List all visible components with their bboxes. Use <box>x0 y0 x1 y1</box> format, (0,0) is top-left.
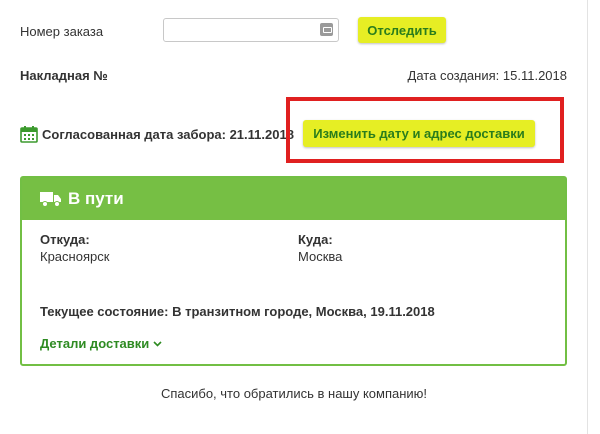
current-status: Текущее состояние: В транзитном городе, … <box>40 304 435 319</box>
created-date-label: Дата создания: <box>407 68 500 83</box>
pickup-date-row: Согласованная дата забора: 21.11.2018 <box>20 125 294 143</box>
to-value: Москва <box>298 249 343 264</box>
created-date: Дата создания: 15.11.2018 <box>408 68 567 83</box>
to-label: Куда: <box>298 232 333 247</box>
status-header: В пути <box>22 178 565 220</box>
password-manager-icon[interactable] <box>320 23 333 36</box>
current-status-value: В транзитном городе, Москва, 19.11.2018 <box>172 304 435 319</box>
calendar-icon <box>20 126 38 143</box>
current-status-label: Текущее состояние: <box>40 304 169 319</box>
status-title: В пути <box>68 189 124 208</box>
waybill-label: Накладная № <box>20 68 108 83</box>
order-number-label: Номер заказа <box>20 24 104 39</box>
change-date-address-button[interactable]: Изменить дату и адрес доставки <box>303 120 535 147</box>
shipment-status-card: В пути Откуда: Красноярск Куда: Москва Т… <box>20 176 567 366</box>
pickup-date-value: 21.11.2018 <box>229 126 294 142</box>
track-button[interactable]: Отследить <box>358 17 446 43</box>
thanks-message: Спасибо, что обратились в нашу компанию! <box>160 386 428 401</box>
from-value: Красноярск <box>40 249 110 264</box>
order-number-input[interactable] <box>163 18 339 42</box>
created-date-value: 15.11.2018 <box>502 68 567 83</box>
pickup-date-label: Согласованная дата забора: <box>42 126 226 142</box>
delivery-details-link[interactable]: Детали доставки <box>40 336 162 351</box>
truck-icon <box>40 192 61 207</box>
from-label: Откуда: <box>40 232 90 247</box>
delivery-details-label: Детали доставки <box>40 336 150 351</box>
chevron-down-icon <box>153 340 162 347</box>
